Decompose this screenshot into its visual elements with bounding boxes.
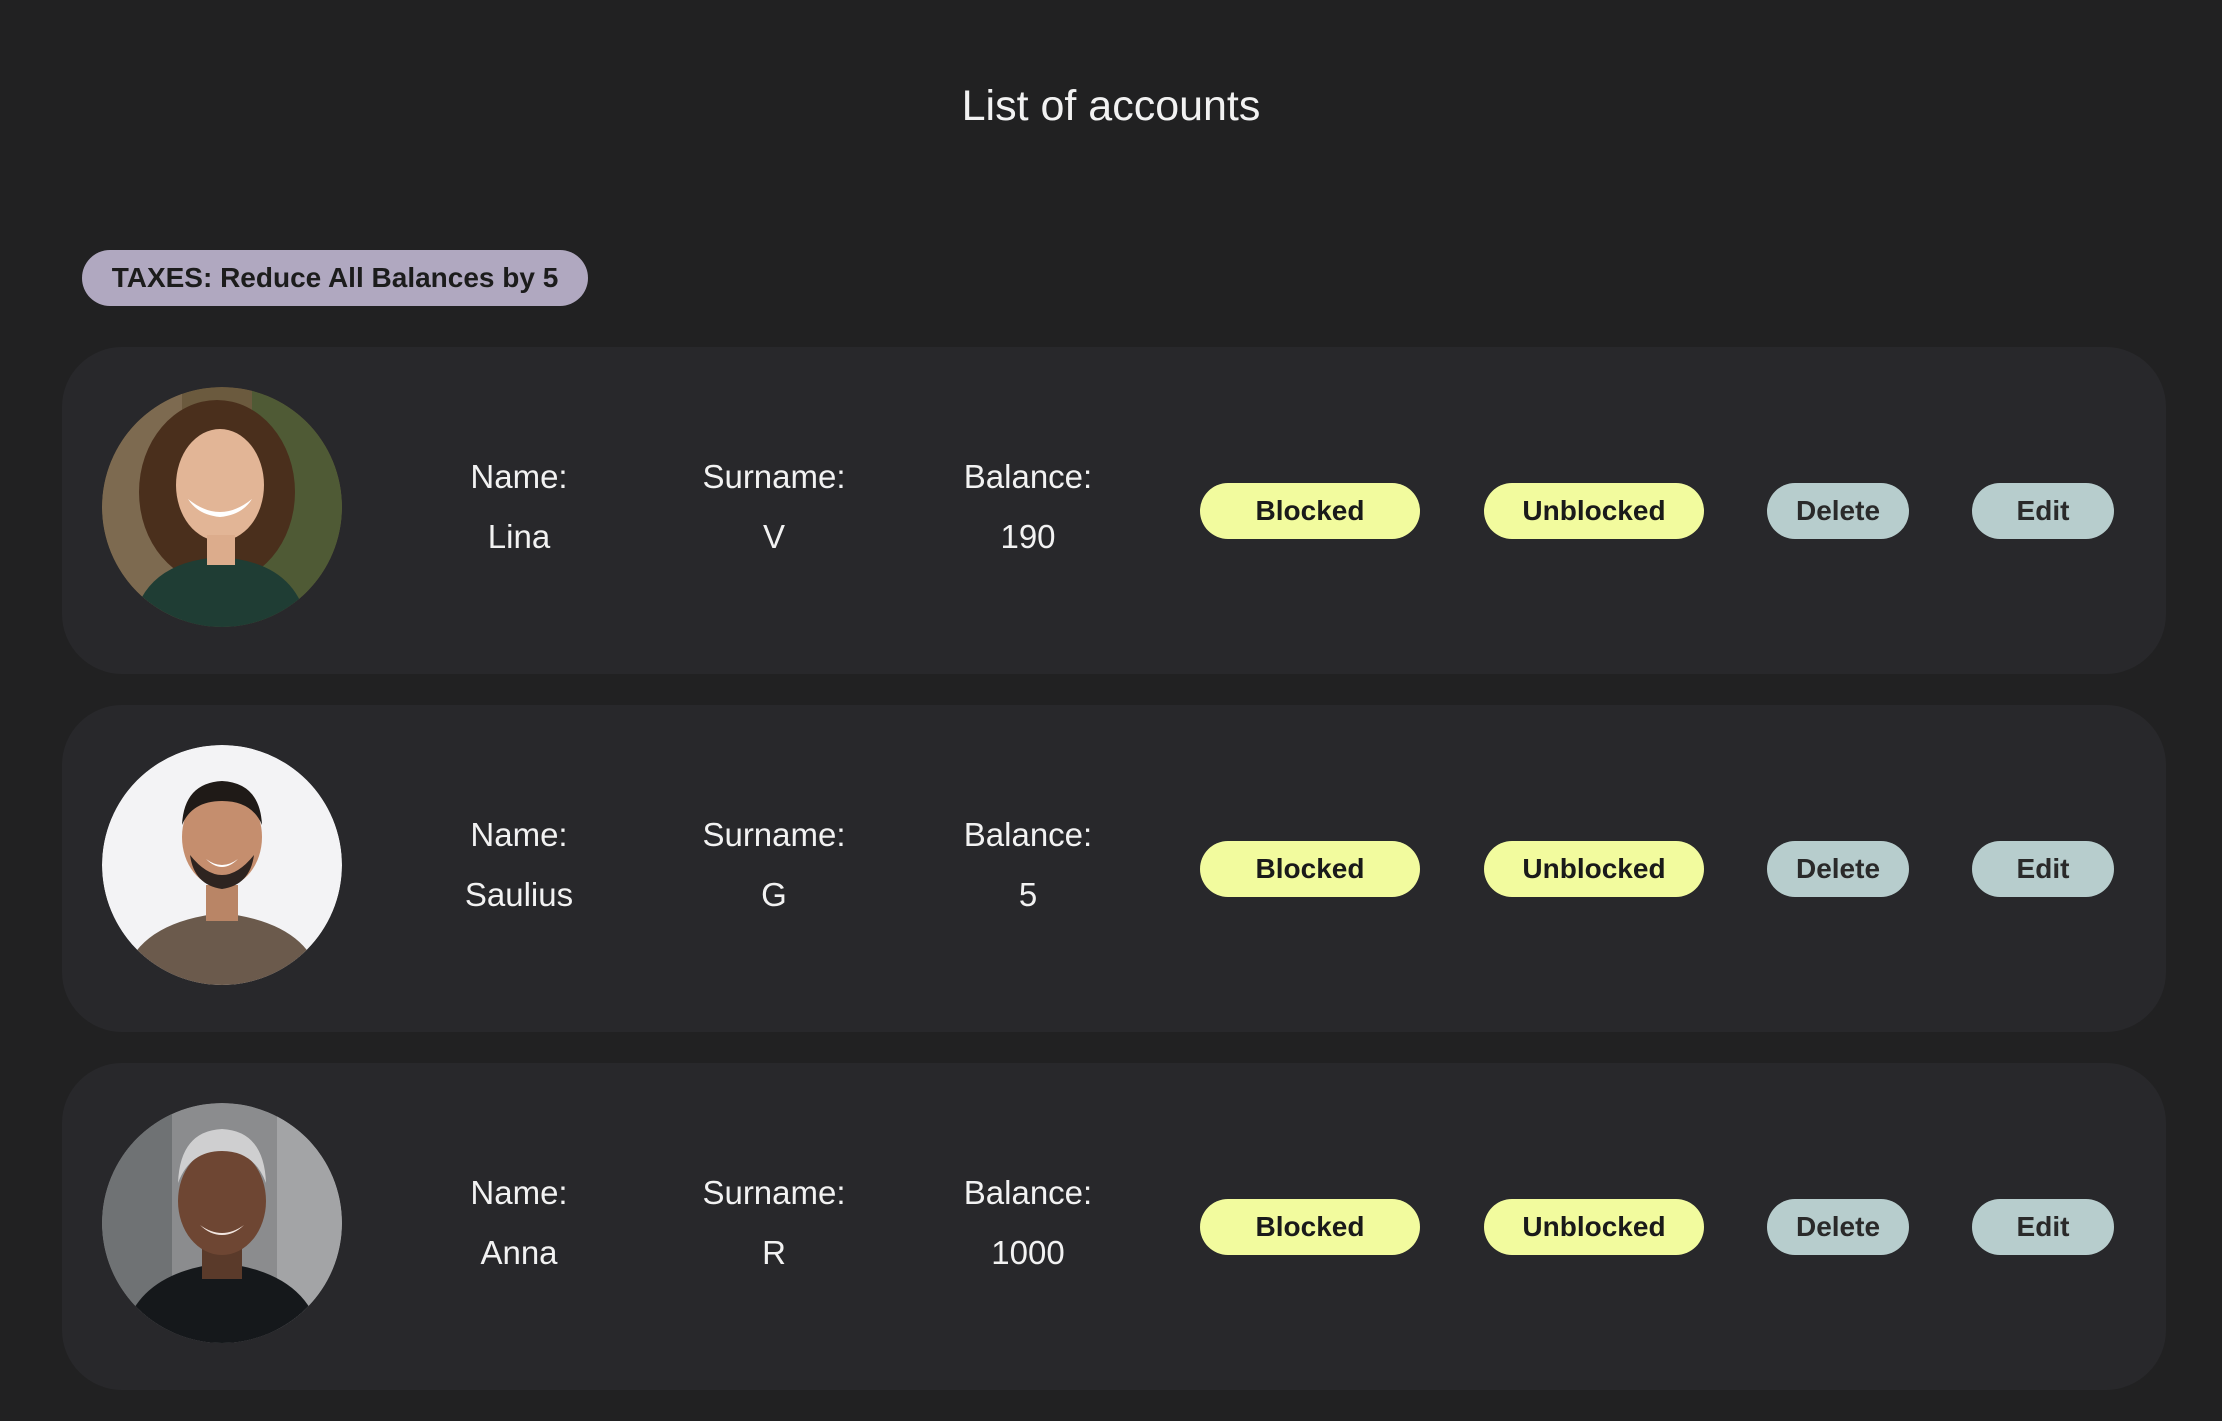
blocked-button[interactable]: Blocked: [1200, 1199, 1420, 1255]
surname-label: Surname:: [702, 458, 846, 495]
surname-field: Surname: G: [664, 815, 884, 915]
balance-field: Balance: 5: [918, 815, 1138, 915]
name-field: Name: Anna: [409, 1173, 629, 1273]
delete-button[interactable]: Delete: [1767, 1199, 1909, 1255]
surname-value: V: [762, 518, 785, 555]
surname-label: Surname:: [702, 1174, 846, 1211]
surname-value: R: [762, 1234, 786, 1271]
taxes-reduce-balances-button[interactable]: TAXES: Reduce All Balances by 5: [82, 250, 588, 306]
edit-button[interactable]: Edit: [1972, 1199, 2114, 1255]
balance-label: Balance:: [963, 1174, 1093, 1211]
blocked-button[interactable]: Blocked: [1200, 483, 1420, 539]
edit-button[interactable]: Edit: [1972, 841, 2114, 897]
name-value: Saulius: [464, 876, 574, 913]
name-value: Lina: [487, 518, 551, 555]
avatar: [102, 745, 342, 985]
unblocked-button[interactable]: Unblocked: [1484, 1199, 1704, 1255]
name-value: Anna: [480, 1234, 558, 1271]
surname-field: Surname: R: [664, 1173, 884, 1273]
unblocked-button[interactable]: Unblocked: [1484, 841, 1704, 897]
name-label: Name:: [470, 458, 568, 495]
balance-value: 5: [1018, 876, 1038, 913]
surname-field: Surname: V: [664, 457, 884, 557]
edit-button[interactable]: Edit: [1972, 483, 2114, 539]
blocked-button[interactable]: Blocked: [1200, 841, 1420, 897]
name-label: Name:: [470, 1174, 568, 1211]
balance-label: Balance:: [963, 458, 1093, 495]
name-label: Name:: [470, 816, 568, 853]
balance-label: Balance:: [963, 816, 1093, 853]
surname-label: Surname:: [702, 816, 846, 853]
page-title: List of accounts: [961, 82, 1261, 130]
name-field: Name: Lina: [409, 457, 629, 557]
balance-value: 190: [1000, 518, 1056, 555]
account-card: Name: Anna Surname: R Balance: 1000 Bloc…: [62, 1063, 2166, 1390]
balance-field: Balance: 190: [918, 457, 1138, 557]
balance-field: Balance: 1000: [918, 1173, 1138, 1273]
unblocked-button[interactable]: Unblocked: [1484, 483, 1704, 539]
account-list: Name: Lina Surname: V Balance: 190 Block…: [62, 347, 2166, 1421]
name-field: Name: Saulius: [409, 815, 629, 915]
balance-value: 1000: [991, 1234, 1065, 1271]
surname-value: G: [761, 876, 787, 913]
delete-button[interactable]: Delete: [1767, 841, 1909, 897]
avatar: [102, 387, 342, 627]
account-card: Name: Saulius Surname: G Balance: 5 Bloc…: [62, 705, 2166, 1032]
delete-button[interactable]: Delete: [1767, 483, 1909, 539]
avatar: [102, 1103, 342, 1343]
account-card: Name: Lina Surname: V Balance: 190 Block…: [62, 347, 2166, 674]
